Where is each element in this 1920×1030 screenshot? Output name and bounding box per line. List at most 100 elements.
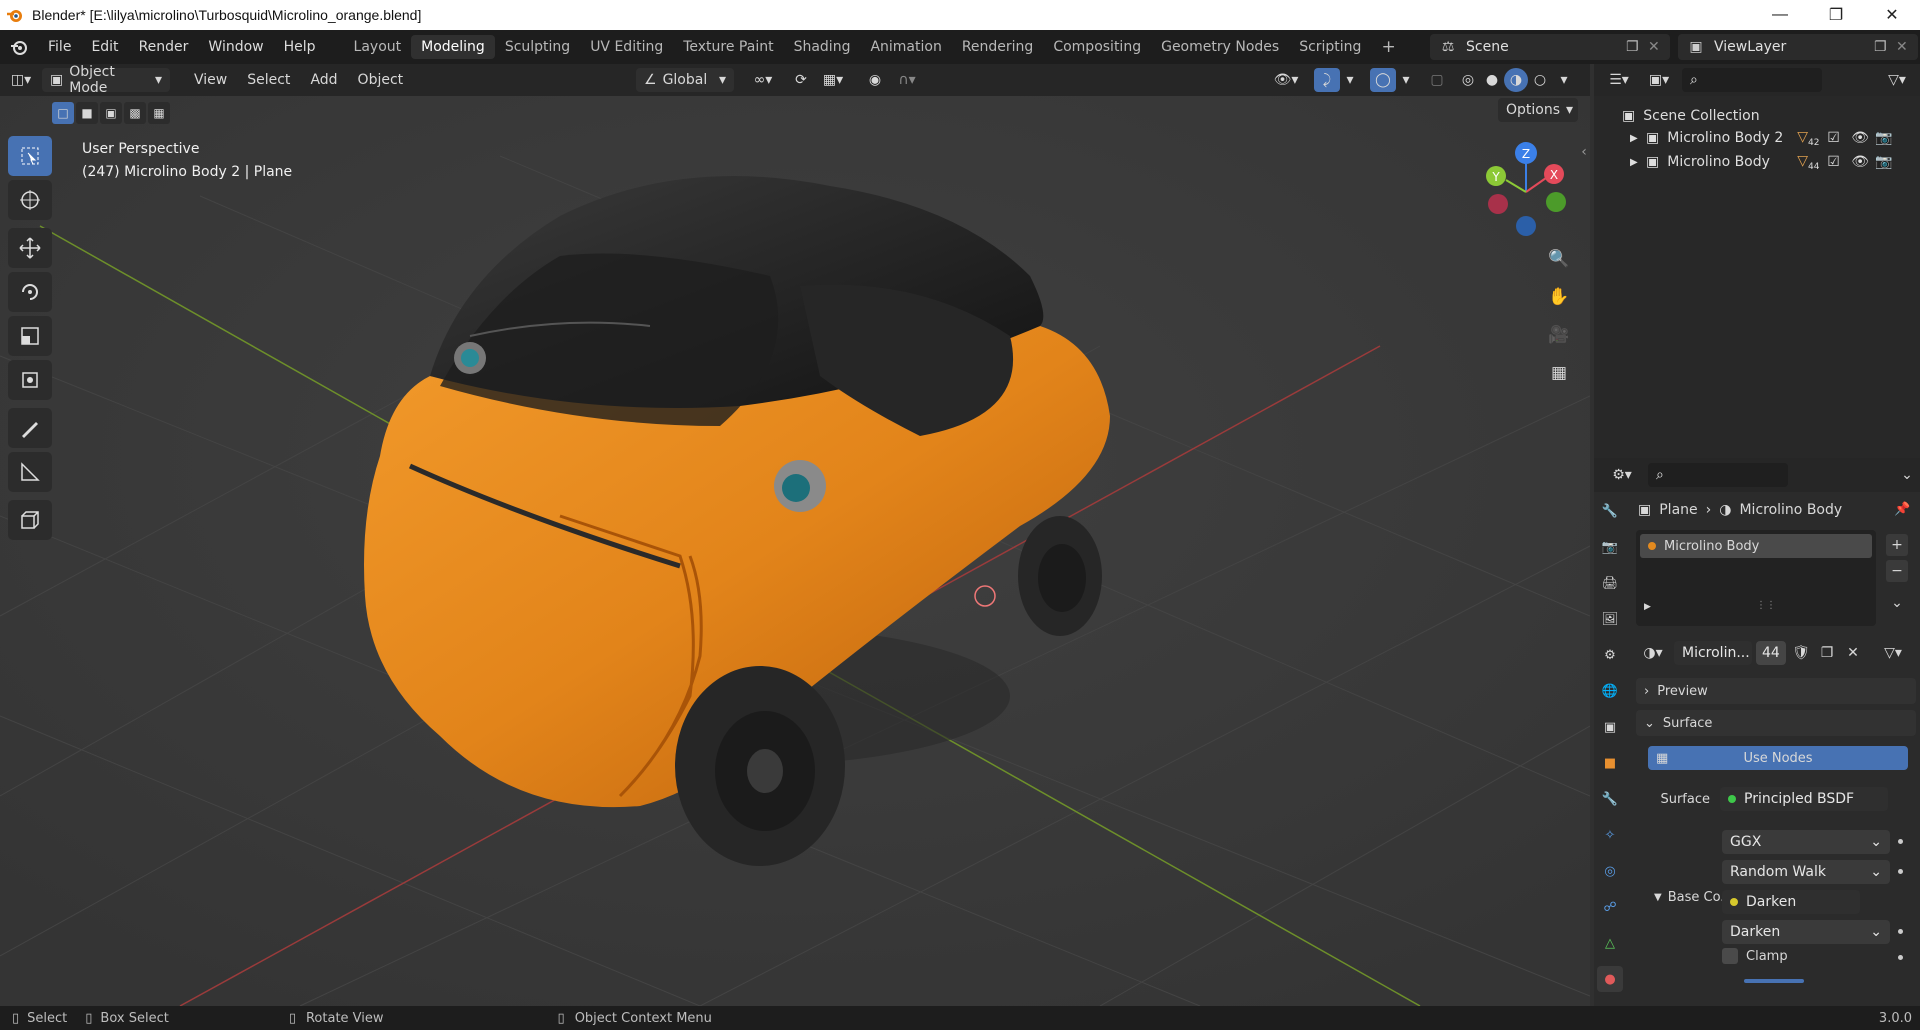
output-tab-icon[interactable]: 🖨	[1597, 570, 1623, 596]
snap-target-icon[interactable]: ▦▾	[816, 72, 850, 88]
expand-down-icon[interactable]: ▼	[1654, 892, 1662, 903]
tool-tab-icon[interactable]: 🔧	[1597, 498, 1623, 524]
tab-texture-paint[interactable]: Texture Paint	[673, 35, 783, 59]
camera-view-icon[interactable]: 🎥	[1544, 320, 1574, 350]
menu-add[interactable]: Add	[300, 72, 347, 88]
select-subtract-icon[interactable]: ▣	[100, 102, 122, 124]
menu-window[interactable]: Window	[198, 39, 273, 55]
animate-dot-icon[interactable]	[1898, 839, 1903, 844]
tab-shading[interactable]: Shading	[784, 35, 861, 59]
material-slot-item[interactable]: Microlino Body	[1640, 534, 1872, 558]
tab-layout[interactable]: Layout	[344, 35, 412, 59]
overlay-toggle-icon[interactable]: ◯	[1370, 68, 1396, 92]
eye-icon[interactable]: 👁	[1851, 130, 1875, 146]
select-intersect-icon[interactable]: ▦	[148, 102, 170, 124]
menu-view[interactable]: View	[184, 72, 237, 88]
viewlayer-selector[interactable]: ▣ ViewLayer ❐ ✕	[1678, 34, 1918, 60]
tool-scale-icon[interactable]	[8, 316, 52, 356]
pan-hand-icon[interactable]: ✋	[1544, 282, 1574, 312]
clamp-checkbox[interactable]	[1722, 948, 1738, 964]
blender-menu-icon[interactable]	[0, 37, 38, 57]
physics-tab-icon[interactable]: ◎	[1597, 858, 1623, 884]
tab-sculpting[interactable]: Sculpting	[495, 35, 580, 59]
camera-render-icon[interactable]: 📷	[1875, 154, 1899, 170]
close-button[interactable]: ✕	[1864, 0, 1920, 30]
add-slot-button[interactable]: +	[1886, 534, 1908, 556]
modifier-tab-icon[interactable]: 🔧	[1597, 786, 1623, 812]
subsurface-method-dropdown[interactable]: Random Walk ⌄	[1722, 860, 1890, 884]
expand-arrow-icon[interactable]: ▶	[1630, 157, 1644, 168]
browse-material-icon[interactable]: ◑▾	[1636, 645, 1670, 661]
scene-tab-icon[interactable]: ⚙	[1597, 642, 1623, 668]
material-tab-icon[interactable]: ●	[1597, 966, 1623, 992]
outliner-search-input[interactable]: ⌕	[1682, 68, 1822, 92]
exclude-checkbox[interactable]: ☑	[1827, 130, 1851, 146]
mode-dropdown[interactable]: ▣ Object Mode ▾	[42, 64, 170, 96]
gizmo-toggle-icon[interactable]: ⤸	[1314, 68, 1340, 92]
filter-icon[interactable]: ▽▾	[1880, 72, 1914, 88]
xray-icon[interactable]: ▢	[1424, 72, 1450, 88]
pin-icon[interactable]: 📌	[1894, 502, 1910, 517]
wireframe-shading-icon[interactable]: ◎	[1456, 72, 1480, 88]
tool-cursor-icon[interactable]	[8, 180, 52, 220]
animate-dot-icon[interactable]	[1898, 929, 1903, 934]
menu-help[interactable]: Help	[274, 39, 326, 55]
expand-arrow-icon[interactable]: ▶	[1630, 133, 1644, 144]
link-filter-icon[interactable]: ▽▾	[1876, 645, 1910, 661]
animate-dot-icon[interactable]	[1898, 869, 1903, 874]
menu-select[interactable]: Select	[237, 72, 300, 88]
options-dropdown[interactable]: Options ▾	[1498, 98, 1578, 122]
surface-panel-header[interactable]: ⌄ Surface	[1636, 710, 1916, 736]
menu-object[interactable]: Object	[348, 72, 414, 88]
new-scene-icon[interactable]: ❐	[1626, 39, 1648, 55]
surface-shader-field[interactable]: Principled BSDF	[1720, 787, 1888, 811]
use-nodes-button[interactable]: ▦ Use Nodes	[1648, 746, 1908, 770]
tab-uv-editing[interactable]: UV Editing	[580, 35, 673, 59]
slot-specials-icon[interactable]: ⌄	[1886, 592, 1908, 614]
expand-arrow-icon[interactable]: ▶	[1644, 602, 1651, 612]
view-layer-tab-icon[interactable]: 🖼	[1597, 606, 1623, 632]
outliner-item[interactable]: ▶ ▣ Microlino Body 2 ▽42 ☑ 👁 📷	[1594, 126, 1920, 150]
exclude-checkbox[interactable]: ☑	[1827, 154, 1851, 170]
base-color-row[interactable]: ▼ Base Co...	[1654, 890, 1733, 905]
duplicate-material-icon[interactable]: ❐	[1816, 645, 1838, 661]
shading-dropdown-icon[interactable]: ▾	[1554, 72, 1574, 88]
properties-editor-icon[interactable]: ⚙▾	[1602, 467, 1642, 483]
falloff-icon[interactable]: ∩▾	[890, 72, 924, 88]
material-shading-icon[interactable]: ◑	[1504, 68, 1528, 92]
tab-compositing[interactable]: Compositing	[1043, 35, 1151, 59]
display-mode-icon[interactable]: ▣▾	[1642, 72, 1676, 88]
select-new-icon[interactable]: □	[52, 102, 74, 124]
tool-add-cube-icon[interactable]	[8, 500, 52, 540]
rendered-shading-icon[interactable]: ○	[1528, 72, 1552, 88]
tool-transform-icon[interactable]	[8, 360, 52, 400]
select-extend-icon[interactable]: ■	[76, 102, 98, 124]
scene-selector[interactable]: ⚖ Scene ❐ ✕	[1430, 34, 1670, 60]
tool-select-box-icon[interactable]	[8, 136, 52, 176]
ortho-grid-icon[interactable]: ▦	[1544, 358, 1574, 388]
constraints-tab-icon[interactable]: ☍	[1597, 894, 1623, 920]
menu-edit[interactable]: Edit	[81, 39, 128, 55]
proportional-edit-icon[interactable]: ◉	[862, 72, 888, 88]
tool-annotate-icon[interactable]	[8, 408, 52, 448]
particles-tab-icon[interactable]: ✧	[1597, 822, 1623, 848]
blend-mode-dropdown[interactable]: Darken ⌄	[1722, 920, 1890, 944]
outliner-editor-icon[interactable]: ☰▾	[1602, 72, 1636, 88]
snap-icon[interactable]: ⟳	[788, 72, 814, 88]
pivot-icon[interactable]: ∞▾	[746, 72, 780, 88]
3d-viewport[interactable]: Z X Y □ ■ ▣ ▩ ▦ Options ▾ User Perspecti…	[0, 96, 1590, 1006]
tab-rendering[interactable]: Rendering	[952, 35, 1044, 59]
render-tab-icon[interactable]: 📷	[1597, 534, 1623, 560]
camera-render-icon[interactable]: 📷	[1875, 130, 1899, 146]
tool-rotate-icon[interactable]	[8, 272, 52, 312]
visibility-icon[interactable]: 👁▾	[1266, 72, 1306, 88]
eye-icon[interactable]: 👁	[1851, 154, 1875, 170]
chevron-down-icon[interactable]: ⌄	[1894, 467, 1920, 483]
menu-file[interactable]: File	[38, 39, 81, 55]
tool-measure-icon[interactable]	[8, 452, 52, 492]
outliner-item[interactable]: ▶ ▣ Microlino Body ▽44 ☑ 👁 📷	[1594, 150, 1920, 174]
tab-modeling[interactable]: Modeling	[411, 35, 495, 59]
restore-button[interactable]: ❐	[1808, 0, 1864, 30]
material-slots-list[interactable]: Microlino Body ▶ ⋮⋮	[1636, 530, 1876, 626]
menu-render[interactable]: Render	[129, 39, 199, 55]
